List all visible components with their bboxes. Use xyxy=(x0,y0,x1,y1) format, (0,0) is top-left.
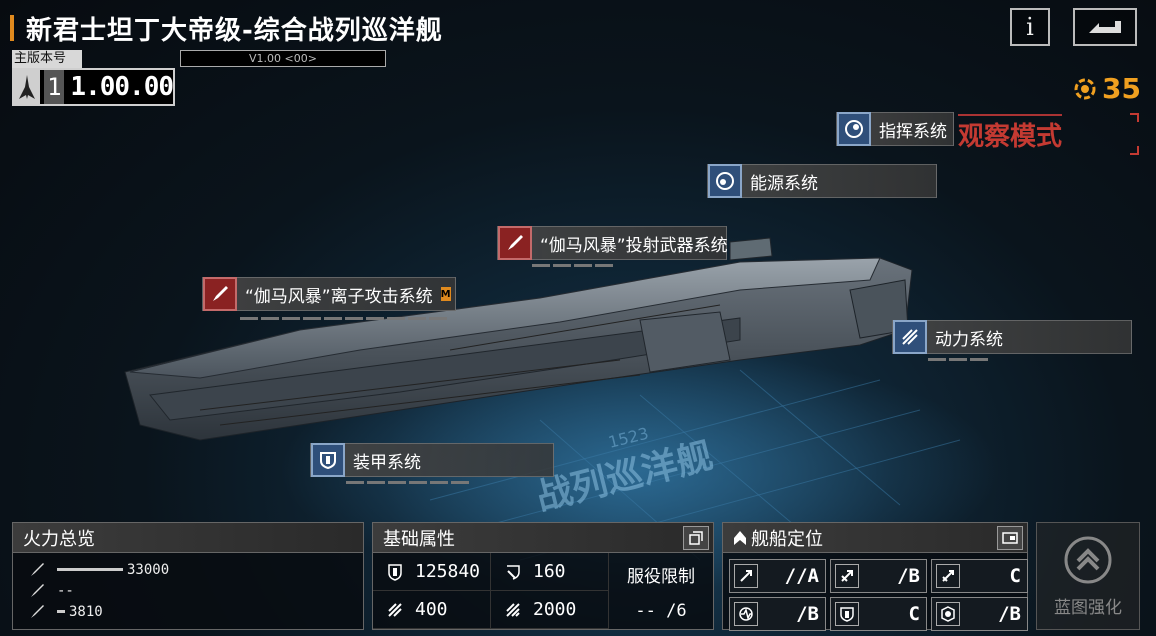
missile-icon xyxy=(27,583,47,599)
attr-defense-value: 160 xyxy=(533,561,566,582)
firepower-bar xyxy=(57,568,123,571)
ion-slots xyxy=(240,317,447,321)
service-limit: 服役限制 -- /6 xyxy=(609,553,713,629)
attributes-title: 基础属性 xyxy=(373,523,713,553)
missile-icon xyxy=(27,562,47,578)
attr-hp-value: 125840 xyxy=(415,561,481,582)
system-energy[interactable]: 能源系统 xyxy=(707,164,937,198)
system-armor[interactable]: 装甲系统 xyxy=(310,443,554,477)
firepower-panel[interactable]: 火力总览 33000 -- 3810 xyxy=(12,522,364,630)
position-value: /B xyxy=(897,565,920,587)
system-command-label: 指挥系统 xyxy=(879,121,947,142)
attr-hp: 125840 xyxy=(373,553,491,591)
shield-icon xyxy=(835,602,859,626)
power-slots xyxy=(928,358,988,362)
position-strike: /B xyxy=(830,559,927,593)
position-shield: C xyxy=(830,597,927,631)
rank-icon xyxy=(734,530,746,545)
attributes-grid: 125840 160 400 2000 xyxy=(373,553,609,629)
attr-speed-value: 400 xyxy=(415,599,448,620)
firepower-value: -- xyxy=(57,582,74,599)
expand-icon xyxy=(689,531,703,545)
positioning-toggle-button[interactable] xyxy=(997,526,1023,550)
observe-bracket xyxy=(1130,113,1139,155)
position-value: C xyxy=(908,603,920,625)
firepower-row: 33000 xyxy=(13,559,363,580)
projectile-slots xyxy=(532,264,613,268)
firepower-row: -- xyxy=(13,580,363,601)
missile-icon xyxy=(27,604,47,620)
blueprint-enhance-button[interactable]: 蓝图强化 xyxy=(1036,522,1140,630)
missile-icon xyxy=(498,226,532,260)
position-support: /B xyxy=(931,597,1028,631)
position-value: C xyxy=(1009,565,1021,587)
system-power-label: 动力系统 xyxy=(935,329,1003,350)
service-limit-label: 服役限制 xyxy=(627,566,695,587)
positioning-title-text: 舰船定位 xyxy=(751,528,823,550)
attr-defense: 160 xyxy=(491,553,609,591)
card-icon xyxy=(1002,532,1018,544)
position-value: //A xyxy=(784,565,819,587)
position-value: /B xyxy=(998,603,1021,625)
sensor-icon xyxy=(734,602,758,626)
attack-icon xyxy=(734,564,758,588)
strike-icon xyxy=(835,564,859,588)
engine-icon xyxy=(893,320,927,354)
positioning-grid: //A /B C /B C /B xyxy=(723,553,1028,636)
system-ion[interactable]: “伽马风暴”离子攻击系统 M xyxy=(202,277,456,311)
range-icon xyxy=(936,564,960,588)
system-energy-label: 能源系统 xyxy=(750,173,818,194)
firepower-title: 火力总览 xyxy=(13,523,363,553)
system-armor-label: 装甲系统 xyxy=(353,452,421,473)
blueprint-label: 蓝图强化 xyxy=(1054,597,1122,618)
firepower-bar xyxy=(57,610,65,613)
attr-warp: 2000 xyxy=(491,591,609,629)
firepower-value: 33000 xyxy=(127,561,170,578)
armor-slots xyxy=(346,481,469,485)
system-projectile-label: “伽马风暴”投射武器系统 xyxy=(540,235,728,256)
firepower-row: 3810 xyxy=(13,601,363,622)
speed-icon xyxy=(385,601,405,619)
position-range: C xyxy=(931,559,1028,593)
position-sensor: /B xyxy=(729,597,826,631)
warp-icon xyxy=(503,601,523,619)
firepower-value: 3810 xyxy=(69,603,103,620)
missile-icon xyxy=(203,277,237,311)
ion-badge: M xyxy=(440,287,451,301)
command-icon xyxy=(837,112,871,146)
attributes-title-text: 基础属性 xyxy=(383,528,455,550)
position-value: /B xyxy=(796,603,819,625)
system-ion-label: “伽马风暴”离子攻击系统 xyxy=(245,286,433,307)
deflect-icon xyxy=(503,563,523,581)
energy-icon xyxy=(708,164,742,198)
attr-speed: 400 xyxy=(373,591,491,629)
armor-icon xyxy=(311,443,345,477)
attributes-expand-button[interactable] xyxy=(683,526,709,550)
position-attack: //A xyxy=(729,559,826,593)
positioning-panel[interactable]: 舰船定位 //A /B C /B C /B xyxy=(722,522,1028,631)
service-limit-value: -- /6 xyxy=(635,600,687,621)
attr-warp-value: 2000 xyxy=(533,599,577,620)
firepower-rows: 33000 -- 3810 xyxy=(13,553,363,622)
attributes-panel[interactable]: 基础属性 125840 160 400 2000 服役限制 -- /6 xyxy=(372,522,714,630)
positioning-title: 舰船定位 xyxy=(723,523,1027,553)
support-icon xyxy=(936,602,960,626)
armor-icon xyxy=(385,563,405,581)
observe-mode-button[interactable]: 观察模式 xyxy=(958,114,1063,153)
system-power[interactable]: 动力系统 xyxy=(892,320,1132,354)
system-command[interactable]: 指挥系统 xyxy=(836,112,954,146)
upgrade-icon xyxy=(1064,536,1112,583)
system-projectile[interactable]: “伽马风暴”投射武器系统 xyxy=(497,226,728,260)
